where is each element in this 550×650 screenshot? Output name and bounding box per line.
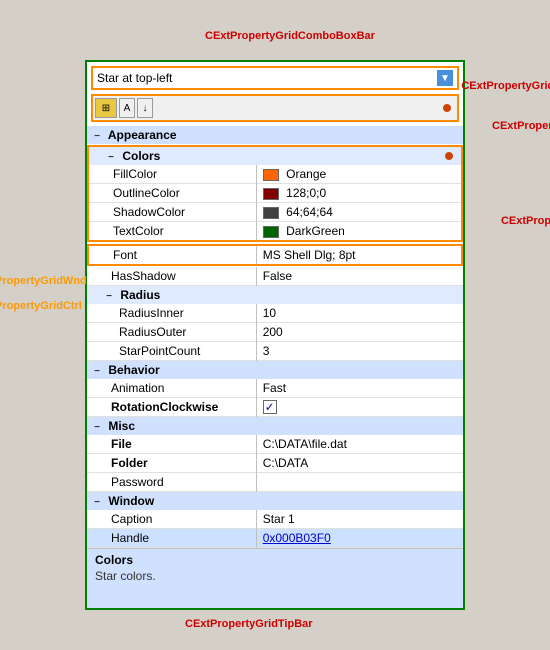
- prop-value-radiusinner[interactable]: 10: [256, 304, 463, 323]
- tip-title: Colors: [95, 553, 455, 567]
- property-shadowcolor[interactable]: ShadowColor 64;64;64: [88, 203, 462, 222]
- label-category: CExtPropertyCategory: [492, 120, 550, 132]
- prop-name-starpointcount: StarPointCount: [87, 342, 256, 361]
- property-caption[interactable]: Caption Star 1: [87, 510, 463, 529]
- window-label: Window: [108, 494, 154, 508]
- property-rotationclockwise[interactable]: RotationClockwise ✓: [87, 398, 463, 417]
- tip-description: Star colors.: [95, 569, 455, 583]
- prop-value-text: 128;0;0: [286, 186, 326, 200]
- radius-toggle[interactable]: −: [103, 291, 115, 302]
- property-font[interactable]: Font MS Shell Dlg; 8pt: [88, 245, 462, 265]
- prop-name-font: Font: [88, 245, 256, 265]
- label-value: CExtPropertyValue: [501, 215, 550, 227]
- prop-value-outlinecolor[interactable]: 128;0;0: [256, 184, 462, 203]
- label-comboboxbar: CExtPropertyGridComboBoxBar: [205, 30, 375, 42]
- prop-name-hasshadow: HasShadow: [87, 267, 256, 286]
- prop-value-caption[interactable]: Star 1: [256, 510, 463, 529]
- prop-name-file: File: [87, 435, 256, 454]
- behavior-label: Behavior: [108, 363, 159, 377]
- combobox-arrow-btn[interactable]: ▼: [437, 70, 453, 86]
- combobox-bar[interactable]: Star at top-left ▼: [91, 66, 459, 90]
- property-folder[interactable]: Folder C:\DATA: [87, 454, 463, 473]
- subcategory-radius[interactable]: − Radius: [87, 286, 463, 305]
- property-animation[interactable]: Animation Fast: [87, 379, 463, 398]
- prop-value-folder[interactable]: C:\DATA: [256, 454, 463, 473]
- prop-value-textcolor[interactable]: DarkGreen: [256, 222, 462, 242]
- category-appearance[interactable]: − Appearance: [87, 126, 463, 144]
- prop-name-outlinecolor: OutlineColor: [88, 184, 256, 203]
- color-swatch-outline: [263, 188, 279, 200]
- property-grid-container: CExtPropertyGridComboBoxBar CExtProperty…: [85, 60, 465, 610]
- prop-value-file[interactable]: C:\DATA\file.dat: [256, 435, 463, 454]
- property-file[interactable]: File C:\DATA\file.dat: [87, 435, 463, 454]
- prop-name-caption: Caption: [87, 510, 256, 529]
- prop-value-text: 64;64;64: [286, 205, 333, 219]
- label-ctrl: CExtPropertyGridCtrl: [0, 300, 82, 312]
- property-outlinecolor[interactable]: OutlineColor 128;0;0: [88, 184, 462, 203]
- color-swatch-text: [263, 226, 279, 238]
- property-radiusouter[interactable]: RadiusOuter 200: [87, 323, 463, 342]
- category-label: Appearance: [108, 128, 177, 142]
- tip-bar: Colors Star colors.: [87, 548, 463, 608]
- prop-value-shadowcolor[interactable]: 64;64;64: [256, 203, 462, 222]
- property-fillcolor[interactable]: FillColor Orange: [88, 165, 462, 184]
- category-behavior[interactable]: − Behavior: [87, 361, 463, 380]
- prop-value-font[interactable]: MS Shell Dlg; 8pt: [256, 245, 462, 265]
- prop-name-rotation: RotationClockwise: [87, 398, 256, 417]
- prop-name-animation: Animation: [87, 379, 256, 398]
- subcategory-toggle[interactable]: −: [105, 152, 117, 163]
- toolbar-grid-btn[interactable]: ⊞: [95, 98, 117, 118]
- color-swatch-fill: [263, 169, 279, 181]
- prop-name-folder: Folder: [87, 454, 256, 473]
- toolbar: ⊞ A ↓: [91, 94, 459, 122]
- radius-label: Radius: [120, 288, 160, 302]
- prop-value-hasshadow[interactable]: False: [256, 267, 463, 286]
- category-window[interactable]: − Window: [87, 492, 463, 511]
- prop-value-radiusouter[interactable]: 200: [256, 323, 463, 342]
- prop-name-password: Password: [87, 473, 256, 492]
- property-radiusinner[interactable]: RadiusInner 10: [87, 304, 463, 323]
- prop-value-rotation[interactable]: ✓: [256, 398, 463, 417]
- main-panel: Star at top-left ▼ ⊞ A ↓ − Appearance: [85, 60, 465, 610]
- prop-value-animation[interactable]: Fast: [256, 379, 463, 398]
- prop-name-fillcolor: FillColor: [88, 165, 256, 184]
- property-handle[interactable]: Handle 0x000B03F0: [87, 529, 463, 548]
- subcategory-colors[interactable]: − Colors: [88, 146, 462, 165]
- toolbar-sort-alpha-btn[interactable]: A: [119, 98, 135, 118]
- toolbar-indicator: [443, 104, 451, 112]
- category-misc[interactable]: − Misc: [87, 417, 463, 436]
- category-toggle[interactable]: −: [91, 131, 103, 142]
- subcategory-colors-row[interactable]: − Colors FillColor Orange: [87, 144, 463, 243]
- label-wnd: CExtPropertyGridWnd: [0, 275, 87, 287]
- subcategory-label: Colors: [122, 149, 160, 163]
- behavior-toggle[interactable]: −: [91, 366, 103, 377]
- prop-name-shadowcolor: ShadowColor: [88, 203, 256, 222]
- prop-name-textcolor: TextColor: [88, 222, 256, 242]
- prop-name-radiusinner: RadiusInner: [87, 304, 256, 323]
- prop-value-password[interactable]: [256, 473, 463, 492]
- property-password[interactable]: Password: [87, 473, 463, 492]
- prop-value-starpointcount[interactable]: 3: [256, 342, 463, 361]
- property-font-row[interactable]: Font MS Shell Dlg; 8pt: [87, 243, 463, 267]
- property-hasshadow[interactable]: HasShadow False: [87, 267, 463, 286]
- prop-name-radiusouter: RadiusOuter: [87, 323, 256, 342]
- property-starpointcount[interactable]: StarPointCount 3: [87, 342, 463, 361]
- misc-label: Misc: [108, 419, 135, 433]
- window-toggle[interactable]: −: [91, 497, 103, 508]
- prop-name-handle: Handle: [87, 529, 256, 548]
- checkbox-rotation[interactable]: ✓: [263, 400, 277, 414]
- combobox-value: Star at top-left: [97, 71, 437, 85]
- handle-link[interactable]: 0x000B03F0: [263, 531, 331, 545]
- misc-toggle[interactable]: −: [91, 422, 103, 433]
- label-tipbar: CExtPropertyGridTipBar: [185, 618, 313, 630]
- color-swatch-shadow: [263, 207, 279, 219]
- prop-value-handle[interactable]: 0x000B03F0: [256, 529, 463, 548]
- prop-value-fillcolor[interactable]: Orange: [256, 165, 462, 184]
- prop-value-text: DarkGreen: [286, 224, 345, 238]
- prop-value-text: Orange: [286, 167, 326, 181]
- label-toolbar: CExtPropertyGridToolBar: [461, 80, 550, 92]
- toolbar-sort-down-btn[interactable]: ↓: [137, 98, 153, 118]
- property-textcolor[interactable]: TextColor DarkGreen: [88, 222, 462, 242]
- property-table: − Appearance − Colors: [87, 126, 463, 548]
